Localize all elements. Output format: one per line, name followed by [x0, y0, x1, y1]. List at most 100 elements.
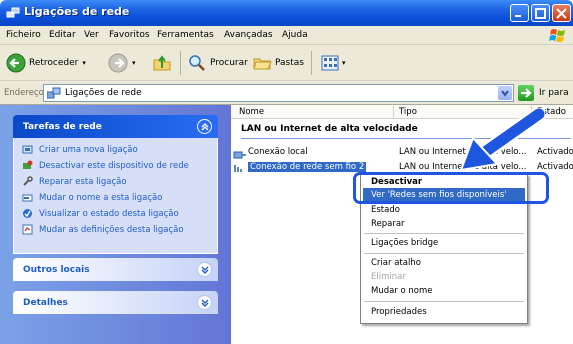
search-button[interactable]: Procurar [187, 53, 248, 73]
menu-item-bridge[interactable]: Ligações bridge [371, 238, 438, 248]
connection-name: Conexão de rede sem fio 2 [246, 161, 368, 173]
details-header[interactable]: Detalhes [13, 291, 218, 314]
windows-logo-icon [549, 29, 565, 42]
menu-item-delete: Eliminar [371, 272, 406, 282]
column-name[interactable]: Nome [239, 107, 264, 117]
menu-ferramentas[interactable]: Ferramentas [157, 30, 214, 40]
title-bar: Ligações de rede [0, 0, 573, 26]
maximize-button[interactable] [531, 4, 550, 22]
address-value: Ligações de rede [65, 88, 142, 98]
menu-ver[interactable]: Ver [84, 30, 99, 40]
details-title: Detalhes [23, 298, 68, 308]
menu-avancadas[interactable]: Avançadas [224, 30, 273, 40]
search-icon [189, 55, 205, 71]
toolbar: Retroceder ▾ ▾ Procurar Pastas ▾ [0, 45, 573, 81]
folders-button[interactable]: Pastas [252, 53, 304, 73]
back-button[interactable]: Retroceder ▾ [6, 53, 86, 73]
task-label: Mudar as definições desta ligação [39, 224, 184, 235]
task-label: Desactivar este dispositivo de rede [39, 160, 189, 171]
forward-dropdown-icon[interactable]: ▾ [132, 59, 136, 67]
settings-icon [22, 224, 33, 235]
address-bar: Endereço Ligações de rede Ir para [0, 81, 573, 105]
task-view-status[interactable]: Visualizar o estado desta ligação [22, 208, 179, 219]
new-connection-icon [22, 145, 33, 154]
menu-item-status[interactable]: Estado [371, 205, 400, 215]
network-tasks-header[interactable]: Tarefas de rede [13, 115, 218, 138]
menu-item-properties[interactable]: Propriedades [371, 307, 427, 317]
repair-icon [23, 176, 33, 186]
toolbar-separator [311, 51, 312, 75]
menu-ajuda[interactable]: Ajuda [282, 30, 308, 40]
column-divider[interactable] [393, 106, 394, 118]
network-tasks-body: Criar uma nova ligação Desactivar este d… [13, 138, 218, 254]
up-folder-button[interactable] [152, 53, 172, 73]
minimize-button[interactable] [510, 4, 529, 22]
back-dropdown-icon[interactable]: ▾ [82, 59, 86, 67]
menu-item-rename[interactable]: Mudar o nome [371, 286, 433, 296]
folders-label: Pastas [275, 58, 304, 68]
task-rename-connection[interactable]: Mudar o nome a esta ligação [22, 192, 162, 203]
menu-item-shortcut[interactable]: Criar atalho [371, 258, 421, 268]
other-places-header[interactable]: Outros locais [13, 258, 218, 281]
menu-item-repair[interactable]: Reparar [371, 219, 405, 229]
search-label: Procurar [210, 58, 248, 68]
task-pane: Tarefas de rede Criar uma nova ligação D… [0, 105, 231, 344]
rename-icon [22, 194, 33, 202]
up-folder-icon [153, 55, 171, 71]
back-label: Retroceder [29, 58, 79, 68]
maximize-icon [535, 8, 546, 19]
chevron-down-icon [201, 299, 209, 307]
menu-separator [364, 233, 524, 234]
pointer-arrow-icon [459, 108, 545, 172]
task-label: Reparar esta ligação [39, 176, 127, 187]
other-places-title: Outros locais [23, 265, 90, 275]
menu-ficheiro[interactable]: Ficheiro [6, 30, 41, 40]
chevron-down-icon [501, 90, 509, 97]
menu-editar[interactable]: Editar [49, 30, 76, 40]
network-connections-icon [47, 87, 61, 99]
menu-separator [364, 253, 524, 254]
menu-separator [364, 301, 524, 302]
highlight-callout [353, 172, 549, 204]
wireless-connection-icon [234, 165, 242, 172]
task-change-settings[interactable]: Mudar as definições desta ligação [22, 224, 184, 235]
expand-button[interactable] [197, 295, 212, 310]
toolbar-separator [180, 51, 181, 75]
address-field[interactable]: Ligações de rede [43, 84, 514, 102]
connection-name: Conexão local [248, 147, 308, 157]
task-repair-connection[interactable]: Reparar esta ligação [22, 176, 127, 187]
window-title: Ligações de rede [24, 5, 130, 18]
chevron-down-icon [201, 266, 209, 274]
go-label[interactable]: Ir para [539, 88, 569, 98]
close-icon [556, 8, 567, 19]
views-icon [321, 55, 339, 71]
menu-bar: Ficheiro Editar Ver Favoritos Ferramenta… [0, 26, 573, 45]
collapse-button[interactable] [197, 119, 212, 134]
chevron-up-icon [201, 123, 209, 131]
task-label: Mudar o nome a esta ligação [39, 192, 163, 203]
minimize-icon [515, 15, 521, 17]
address-dropdown-button[interactable] [498, 86, 512, 100]
network-connections-icon [6, 7, 20, 18]
menu-favoritos[interactable]: Favoritos [109, 30, 150, 40]
expand-button[interactable] [197, 262, 212, 277]
disable-device-icon [23, 160, 33, 169]
lan-connection-icon [233, 151, 246, 159]
column-type[interactable]: Tipo [399, 107, 417, 117]
close-button[interactable] [552, 4, 571, 22]
status-icon [23, 209, 32, 218]
network-tasks-title: Tarefas de rede [23, 122, 102, 132]
views-button[interactable]: ▾ [320, 53, 346, 73]
address-label: Endereço [4, 88, 44, 98]
task-disable-device[interactable]: Desactivar este dispositivo de rede [22, 160, 189, 171]
task-label: Visualizar o estado desta ligação [39, 208, 179, 219]
views-dropdown-icon[interactable]: ▾ [342, 59, 346, 67]
task-label: Criar uma nova ligação [39, 144, 138, 155]
group-header: LAN ou Internet de alta velocidade [241, 124, 418, 134]
forward-button[interactable]: ▾ [108, 53, 136, 73]
back-arrow-icon [6, 53, 26, 73]
folders-icon [253, 58, 272, 70]
go-arrow-icon [521, 88, 532, 98]
go-button[interactable] [518, 85, 534, 101]
task-create-connection[interactable]: Criar uma nova ligação [22, 144, 138, 155]
